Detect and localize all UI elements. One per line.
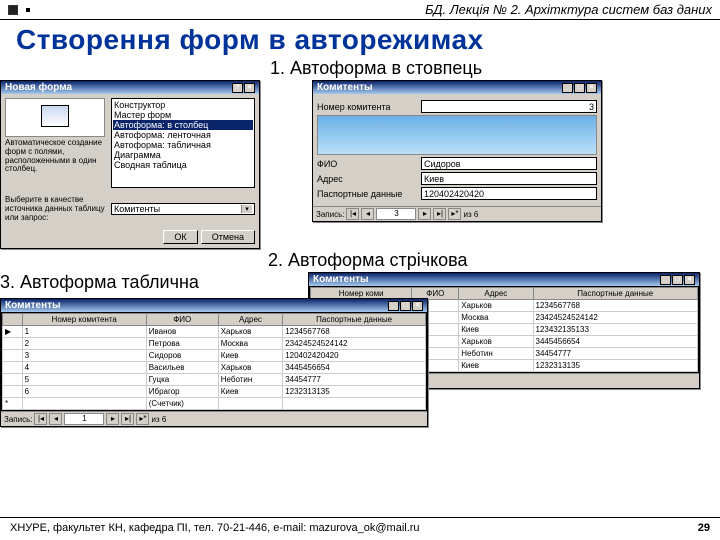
- column-header[interactable]: Паспортные данные: [283, 314, 426, 326]
- source-combo[interactable]: Комитенты ▾: [111, 203, 255, 215]
- slide-footer: ХНУРЕ, факультет КН, кафедра ПІ, тел. 70…: [0, 517, 720, 534]
- list-item[interactable]: Мастер форм: [113, 110, 253, 120]
- subtitle-2: 2. Автоформа стрічкова: [268, 250, 468, 271]
- nav-last-icon[interactable]: ▸|: [433, 208, 446, 220]
- nav-current[interactable]: 1: [64, 413, 104, 425]
- nav-prev-icon[interactable]: ◂: [361, 208, 374, 220]
- table-row[interactable]: 6ИбрагорКиев1232313135: [3, 386, 426, 398]
- hint-text-1: Автоматическое создание форм с полями, р…: [5, 137, 105, 176]
- table-row[interactable]: *(Счетчик): [3, 398, 426, 410]
- field-input-addr[interactable]: Киев: [421, 172, 597, 185]
- window-titlebar[interactable]: Комитенты _□×: [309, 273, 699, 286]
- dialog-title: Новая форма: [5, 82, 72, 93]
- window-titlebar[interactable]: Комитенты _□×: [1, 299, 427, 312]
- datasheet-grid[interactable]: Номер комитентаФИОАдресПаспортные данные…: [1, 312, 427, 411]
- table-row[interactable]: ▶1ИвановХарьков1234567768: [3, 326, 426, 338]
- list-item[interactable]: Автоформа: ленточная: [113, 130, 253, 140]
- list-item[interactable]: Автоформа: табличная: [113, 140, 253, 150]
- column-header[interactable]: Паспортные данные: [533, 288, 698, 300]
- field-input-num[interactable]: 3: [421, 100, 597, 113]
- nav-current[interactable]: 3: [376, 208, 416, 220]
- close-icon[interactable]: ×: [244, 83, 255, 93]
- main-title: Створення форм в авторежимах: [0, 20, 720, 58]
- field-label: ФИО: [317, 159, 417, 169]
- table-row[interactable]: 5ГуцкаНеботин34454777: [3, 374, 426, 386]
- record-navigator: Запись: |◂ ◂ 3 ▸ ▸| ▸* из 6: [313, 206, 601, 221]
- nav-first-icon[interactable]: |◂: [34, 413, 47, 425]
- close-icon[interactable]: ×: [412, 301, 423, 311]
- nav-label: Запись:: [316, 210, 344, 219]
- field-label: Паспортные данные: [317, 189, 417, 199]
- nav-first-icon[interactable]: |◂: [346, 208, 359, 220]
- chevron-down-icon[interactable]: ▾: [241, 205, 252, 213]
- background-image: [317, 115, 597, 155]
- column-header[interactable]: Номер комитента: [22, 314, 146, 326]
- list-item[interactable]: Автоформа: в столбец: [113, 120, 253, 130]
- nav-new-icon[interactable]: ▸*: [448, 208, 461, 220]
- window-title: Комитенты: [5, 300, 61, 311]
- field-input-fio[interactable]: Сидоров: [421, 157, 597, 170]
- list-item[interactable]: Диаграмма: [113, 150, 253, 160]
- footer-text: ХНУРЕ, факультет КН, кафедра ПІ, тел. 70…: [10, 522, 420, 534]
- nav-of: из 6: [151, 415, 166, 424]
- subtitle-1: 1. Автоформа в стовпець: [270, 58, 482, 79]
- maximize-icon[interactable]: □: [400, 301, 411, 311]
- window-titlebar[interactable]: Комитенты _□×: [313, 81, 601, 94]
- subtitle-3: 3. Автоформа таблична: [0, 272, 199, 293]
- close-icon[interactable]: ×: [586, 83, 597, 93]
- ok-button[interactable]: ОК: [163, 230, 197, 244]
- dialog-titlebar[interactable]: Новая форма ?×: [1, 81, 259, 94]
- new-form-dialog: Новая форма ?× Автоматическое создание ф…: [0, 80, 260, 249]
- header-bullet-dot: [26, 8, 30, 12]
- field-label: Номер комитента: [317, 102, 417, 112]
- tabular-form-window: Комитенты _□× Номер комитентаФИОАдресПас…: [0, 298, 428, 427]
- table-row[interactable]: 3СидоровКиев120402420420: [3, 350, 426, 362]
- maximize-icon[interactable]: □: [574, 83, 585, 93]
- list-item[interactable]: Сводная таблица: [113, 160, 253, 170]
- column-form-window: Комитенты _□× Номер комитента 3 ФИО Сидоро…: [312, 80, 602, 222]
- content-area: 1. Автоформа в стовпець 2. Автоформа стр…: [0, 58, 720, 488]
- window-title: Комитенты: [313, 274, 369, 285]
- column-header[interactable]: Адрес: [218, 314, 282, 326]
- minimize-icon[interactable]: _: [660, 275, 671, 285]
- table-row[interactable]: 2ПетроваМосква23424524524142: [3, 338, 426, 350]
- slide-header: БД. Лекція № 2. Архітктура систем баз да…: [0, 0, 720, 20]
- column-header[interactable]: Адрес: [459, 288, 533, 300]
- help-icon[interactable]: ?: [232, 83, 243, 93]
- nav-next-icon[interactable]: ▸: [418, 208, 431, 220]
- hint-text-2: Выберите в качестве источника данных таб…: [5, 194, 105, 224]
- nav-next-icon[interactable]: ▸: [106, 413, 119, 425]
- field-label: Адрес: [317, 174, 417, 184]
- nav-label: Запись:: [4, 415, 32, 424]
- form-type-list[interactable]: КонструкторМастер формАвтоформа: в столб…: [111, 98, 255, 188]
- nav-of: из 6: [463, 210, 478, 219]
- nav-last-icon[interactable]: ▸|: [121, 413, 134, 425]
- nav-prev-icon[interactable]: ◂: [49, 413, 62, 425]
- form-preview-icon: [41, 105, 69, 127]
- page-number: 29: [698, 522, 710, 534]
- field-input-pass[interactable]: 120402420420: [421, 187, 597, 200]
- record-navigator: Запись: |◂ ◂ 1 ▸ ▸| ▸* из 6: [1, 411, 427, 426]
- cancel-button[interactable]: Отмена: [201, 230, 255, 244]
- nav-new-icon[interactable]: ▸*: [136, 413, 149, 425]
- window-title: Комитенты: [317, 82, 373, 93]
- column-header[interactable]: [3, 314, 23, 326]
- header-bullet-square: [8, 5, 18, 15]
- minimize-icon[interactable]: _: [388, 301, 399, 311]
- maximize-icon[interactable]: □: [672, 275, 683, 285]
- table-row[interactable]: 4ВасильевХарьков3445456654: [3, 362, 426, 374]
- combo-value: Комитенты: [114, 204, 160, 214]
- lecture-title: БД. Лекція № 2. Архітктура систем баз да…: [38, 2, 712, 17]
- list-item[interactable]: Конструктор: [113, 100, 253, 110]
- close-icon[interactable]: ×: [684, 275, 695, 285]
- column-header[interactable]: ФИО: [146, 314, 218, 326]
- minimize-icon[interactable]: _: [562, 83, 573, 93]
